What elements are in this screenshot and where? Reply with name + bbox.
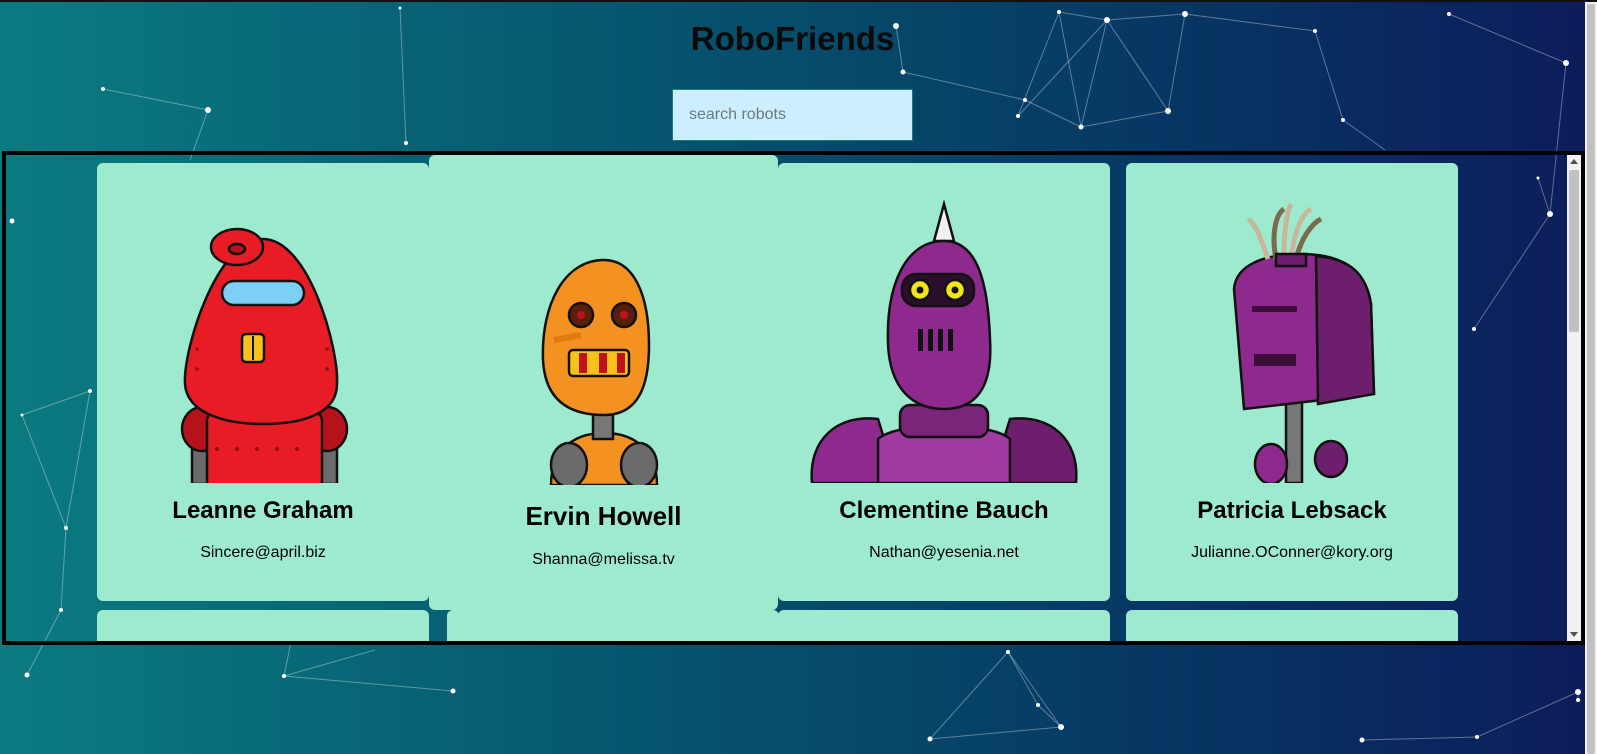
robot-list-scroll-container[interactable]: Leanne Graham Sincere@april.biz Ervin Ho… xyxy=(2,151,1585,645)
robot-card[interactable]: Ervin Howell Shanna@melissa.tv xyxy=(429,155,778,610)
robot-email: Shanna@melissa.tv xyxy=(532,551,675,568)
page-title: RoboFriends xyxy=(690,20,895,57)
robot-card[interactable]: Patricia Lebsack Julianne.OConner@kory.o… xyxy=(1126,163,1458,601)
robot-name: Leanne Graham xyxy=(172,497,354,524)
robot-email: Sincere@april.biz xyxy=(200,544,326,561)
robot-card[interactable]: Clementine Bauch Nathan@yesenia.net xyxy=(778,163,1110,601)
page-scrollbar[interactable] xyxy=(1585,2,1597,754)
robot-card[interactable]: Leanne Graham Sincere@april.biz xyxy=(97,163,429,601)
robot-card[interactable] xyxy=(778,610,1110,641)
robot-name: Ervin Howell xyxy=(525,501,682,531)
scrollbar[interactable] xyxy=(1567,155,1581,641)
robot-name: Patricia Lebsack xyxy=(1197,497,1387,524)
robot-card[interactable] xyxy=(447,610,779,641)
scroll-down-icon[interactable] xyxy=(1570,632,1578,637)
robot-orange-avatar xyxy=(541,258,659,485)
robot-purple-avatar xyxy=(810,199,1078,483)
robot-purple-square-avatar xyxy=(1232,202,1376,483)
scroll-up-icon[interactable] xyxy=(1570,159,1578,164)
robot-card[interactable] xyxy=(97,610,429,641)
search-input[interactable] xyxy=(672,89,913,141)
robot-email: Julianne.OConner@kory.org xyxy=(1191,544,1393,561)
page-scrollbar-thumb[interactable] xyxy=(1587,4,1595,754)
scrollbar-thumb[interactable] xyxy=(1569,170,1579,332)
robot-email: Nathan@yesenia.net xyxy=(869,544,1019,561)
robot-red-avatar xyxy=(180,227,349,483)
robot-name: Clementine Bauch xyxy=(839,497,1049,524)
robot-card[interactable] xyxy=(1126,610,1458,641)
